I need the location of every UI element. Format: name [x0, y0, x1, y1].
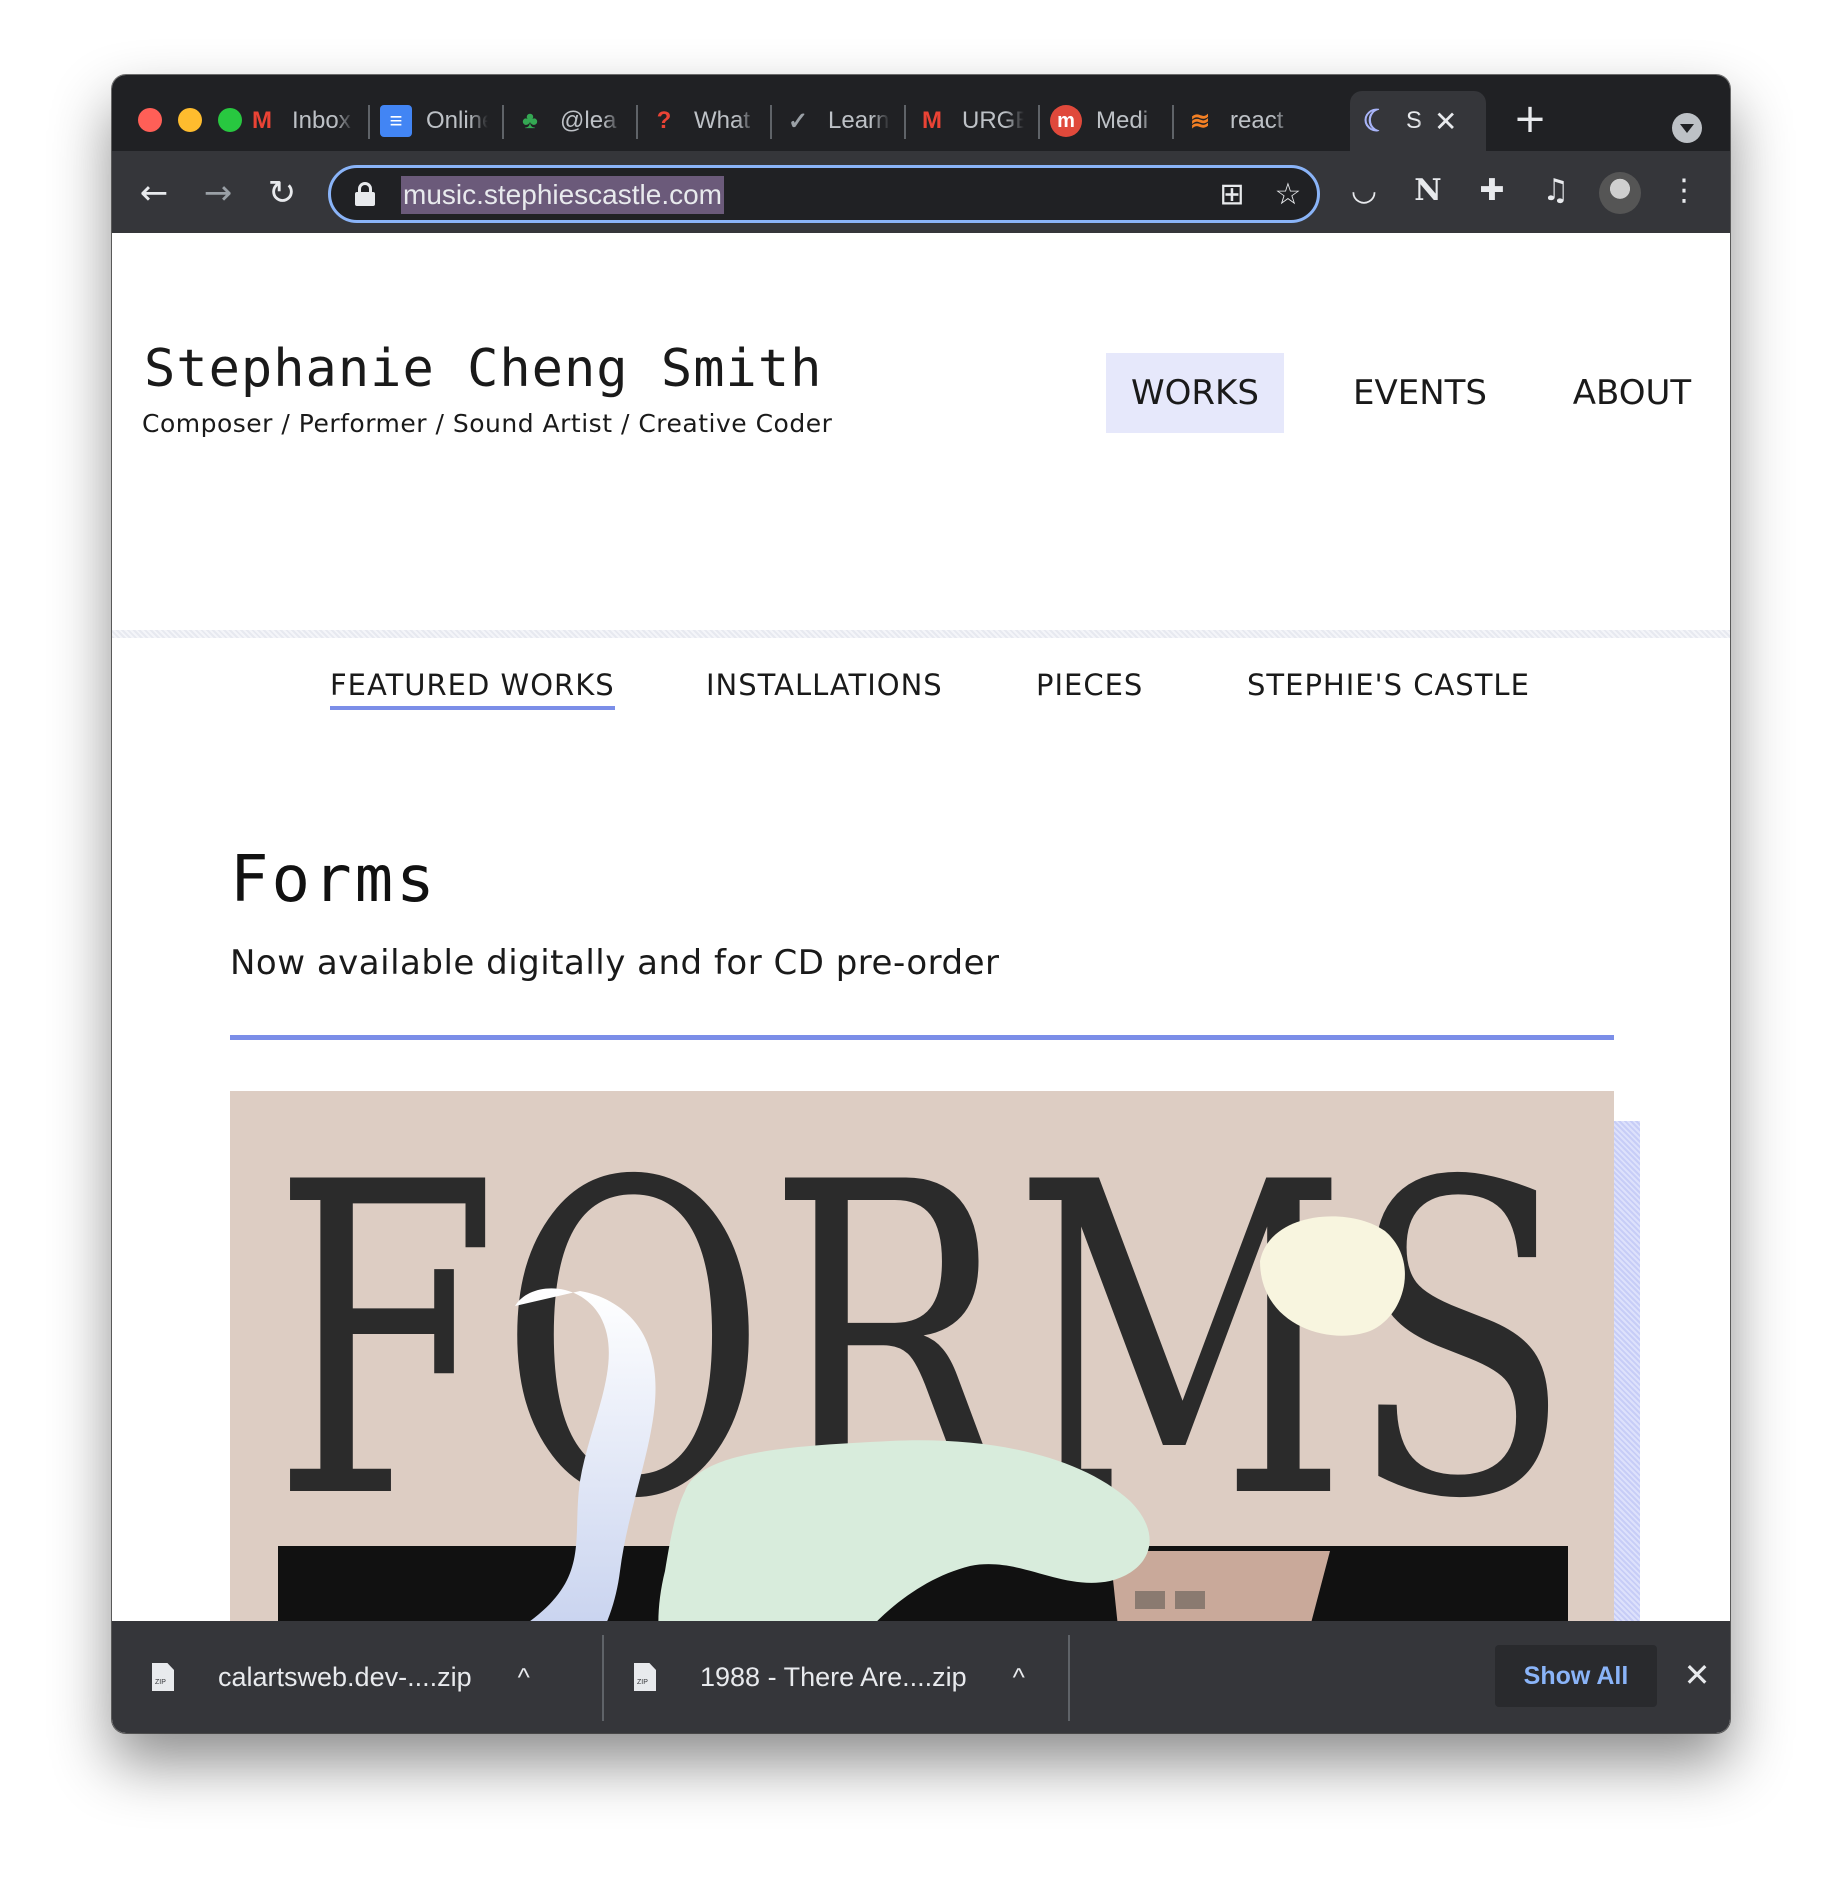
feature-subtitle: Now available digitally and for CD pre-o… [230, 943, 1000, 983]
tab-stephiescastle[interactable]: ☾ S ✕ [1350, 91, 1486, 151]
download-filename: 1988 - There Are....zip [700, 1661, 967, 1692]
subnav-installations[interactable]: INSTALLATIONS [706, 668, 943, 702]
feature-rule [230, 1035, 1614, 1040]
tab-inbox[interactable]: M Inbox [236, 91, 370, 151]
tab-label: S [1406, 107, 1423, 134]
tab-label: URGE [962, 107, 1024, 134]
more-menu-icon[interactable]: ⋮ [1664, 171, 1704, 211]
chevron-up-icon[interactable]: ^ [518, 1662, 530, 1693]
show-all-downloads-button[interactable]: Show All [1495, 1645, 1657, 1707]
puzzle-extensions-icon[interactable]: ✚ [1472, 171, 1512, 211]
tab-what[interactable]: ? What [638, 91, 772, 151]
close-tab-icon[interactable]: ✕ [1434, 105, 1457, 138]
tab-label: What [694, 107, 751, 134]
window-minimize-button[interactable] [178, 108, 202, 132]
url-text[interactable]: music.stephiescastle.com [401, 176, 725, 214]
check-icon: ✓ [787, 107, 809, 135]
star-bookmark-icon[interactable]: ☆ [1271, 178, 1305, 212]
header-divider [112, 630, 1730, 638]
subnav-featured-works[interactable]: FEATURED WORKS [330, 668, 615, 710]
tab-urge[interactable]: M URGE [906, 91, 1040, 151]
download-item[interactable]: 1988 - There Are....zip ^ [634, 1621, 1025, 1733]
window-close-button[interactable] [138, 108, 162, 132]
back-arrow-icon[interactable]: ← [132, 171, 176, 215]
nav-works[interactable]: WORKS [1106, 353, 1284, 433]
tab-label: Learn [828, 107, 890, 134]
tab-search-icon[interactable] [1672, 113, 1702, 143]
tab-medium[interactable]: m Medi [1040, 91, 1174, 151]
browser-window: M Inbox ≡ Online ♣ @lea ? What ✓ Learn M… [112, 75, 1730, 1733]
tab-react[interactable]: ≋ react [1174, 91, 1308, 151]
profile-avatar[interactable] [1599, 172, 1641, 214]
nav-about[interactable]: ABOUT [1542, 353, 1722, 433]
gmail-icon: M [252, 107, 272, 134]
medium-icon: m [1050, 105, 1082, 137]
site-title[interactable]: Stephanie Cheng Smith [144, 339, 822, 399]
tab-label: react [1230, 107, 1284, 134]
moon-icon: ☾ [1362, 104, 1390, 138]
tab-label: Online [426, 107, 488, 134]
tab-label: Medi [1096, 107, 1149, 134]
download-shelf: calartsweb.dev-....zip ^ 1988 - There Ar… [112, 1621, 1730, 1733]
subnav-stephies-castle[interactable]: STEPHIE'S CASTLE [1247, 668, 1530, 702]
tab-learn[interactable]: ✓ Learn [772, 91, 906, 151]
subnav-pieces[interactable]: PIECES [1036, 668, 1143, 702]
site-subtitle: Composer / Performer / Sound Artist / Cr… [142, 409, 833, 438]
feature-title: Forms [230, 843, 438, 917]
tab-online[interactable]: ≡ Online [370, 91, 504, 151]
zip-file-icon [152, 1663, 174, 1691]
notion-icon[interactable]: N [1408, 171, 1448, 211]
web-page: Stephanie Cheng Smith Composer / Perform… [112, 233, 1730, 1733]
gmail-icon: M [922, 107, 942, 134]
media-queue-icon[interactable]: ♫ [1536, 171, 1576, 211]
nav-events[interactable]: EVENTS [1330, 353, 1510, 433]
download-filename: calartsweb.dev-....zip [218, 1661, 472, 1692]
stackoverflow-icon: ≋ [1189, 107, 1211, 135]
tab-lea[interactable]: ♣ @lea [504, 91, 638, 151]
new-tab-button[interactable]: + [1508, 97, 1552, 141]
zip-file-icon [634, 1663, 656, 1691]
address-bar[interactable]: music.stephiescastle.com ⊞ ☆ [328, 165, 1320, 223]
tab-label: Inbox [292, 107, 351, 134]
reload-icon[interactable]: ↻ [260, 171, 304, 215]
pocket-icon[interactable]: ◡ [1344, 171, 1384, 211]
qr-code-icon[interactable]: ⊞ [1215, 178, 1249, 212]
forward-arrow-icon[interactable]: → [196, 171, 240, 215]
lock-icon[interactable] [355, 182, 375, 206]
docs-icon: ≡ [380, 105, 412, 137]
tab-label: @lea [560, 107, 617, 134]
close-shelf-icon[interactable]: ✕ [1677, 1655, 1717, 1695]
download-item[interactable]: calartsweb.dev-....zip ^ [152, 1621, 530, 1733]
trees-icon: ♣ [522, 107, 538, 134]
question-icon: ? [656, 107, 672, 134]
chevron-up-icon[interactable]: ^ [1013, 1662, 1025, 1693]
tab-strip: M Inbox ≡ Online ♣ @lea ? What ✓ Learn M… [112, 75, 1730, 151]
